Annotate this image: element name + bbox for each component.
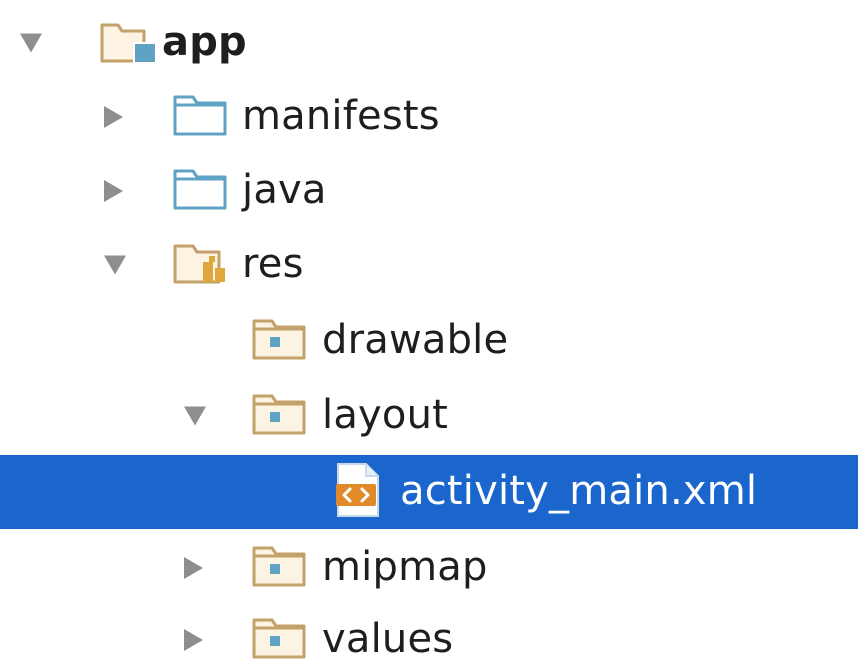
tree-item-label: activity_main.xml <box>400 468 758 515</box>
module-folder-icon <box>100 17 160 69</box>
collapse-arrow-icon[interactable] <box>104 255 126 275</box>
collapse-arrow-icon[interactable] <box>184 406 206 426</box>
resource-folder-icon <box>173 240 233 290</box>
resource-subfolder-icon <box>252 317 308 365</box>
resource-subfolder-icon <box>252 392 308 440</box>
expand-arrow-icon[interactable] <box>104 180 123 202</box>
tree-item-java[interactable]: java <box>0 154 858 228</box>
tree-item-res[interactable]: res <box>0 228 858 302</box>
source-folder-icon <box>173 167 229 215</box>
tree-item-label: values <box>322 616 454 661</box>
tree-item-label: app <box>162 19 247 66</box>
collapse-arrow-icon[interactable] <box>20 33 42 53</box>
tree-item-label: manifests <box>242 93 440 140</box>
resource-subfolder-icon <box>252 616 308 661</box>
expand-arrow-icon[interactable] <box>184 557 203 579</box>
tree-item-label: layout <box>322 392 449 439</box>
tree-item-drawable[interactable]: drawable <box>0 304 858 378</box>
tree-item-label: res <box>242 241 304 288</box>
tree-item-layout[interactable]: layout <box>0 379 858 453</box>
tree-item-activity-main-xml[interactable]: activity_main.xml <box>0 455 858 529</box>
tree-item-label: drawable <box>322 317 509 364</box>
tree-item-app[interactable]: app <box>0 6 858 80</box>
expand-arrow-icon[interactable] <box>104 106 123 128</box>
source-folder-icon <box>173 93 229 141</box>
tree-item-label: java <box>242 167 327 214</box>
tree-item-manifests[interactable]: manifests <box>0 80 858 154</box>
project-tree: app manifests java res drawable layout a… <box>0 0 858 661</box>
tree-item-label: mipmap <box>322 544 488 591</box>
tree-item-mipmap[interactable]: mipmap <box>0 531 858 605</box>
tree-item-values[interactable]: values <box>0 603 858 661</box>
resource-subfolder-icon <box>252 544 308 592</box>
expand-arrow-icon[interactable] <box>184 629 203 651</box>
xml-file-icon <box>334 462 384 522</box>
